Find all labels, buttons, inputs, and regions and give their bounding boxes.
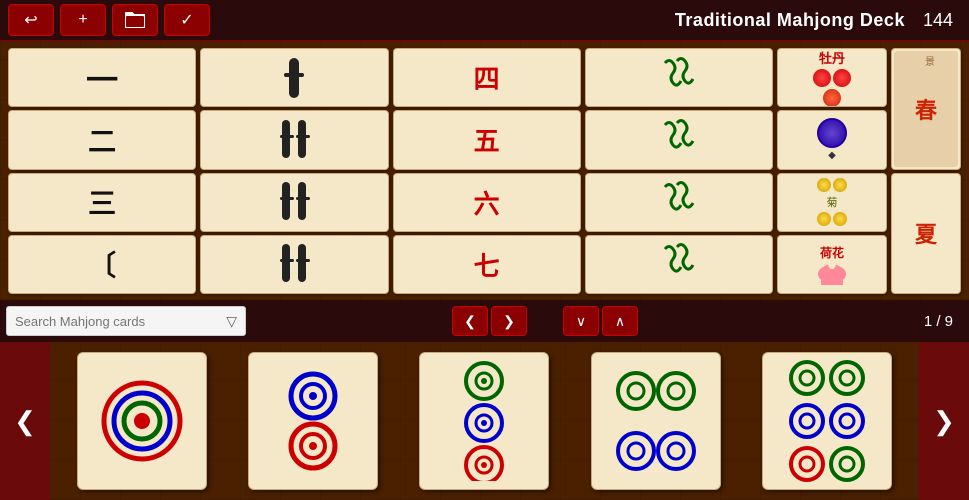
card-2-4[interactable] [200, 235, 388, 294]
card-count: 144 [923, 10, 953, 31]
bottom-card-4[interactable] [591, 352, 721, 490]
card-3-4[interactable]: 七 [393, 235, 581, 294]
bottom-area: ❮ [0, 342, 969, 500]
search-box[interactable]: ▽ [6, 306, 246, 336]
season-card-spring[interactable]: 春 景 [891, 48, 961, 170]
filter-icon[interactable]: ▽ [226, 313, 237, 330]
green-bamboo-icon [657, 177, 701, 227]
bamboo-icon [274, 53, 314, 103]
circle-4-icon [611, 361, 701, 481]
flower-card-blue[interactable]: ◆ [777, 110, 887, 169]
card-3-2[interactable]: 五 [393, 110, 581, 169]
bottom-card-2[interactable] [248, 352, 378, 490]
check-button[interactable]: ✓ [164, 4, 210, 36]
card-1-4[interactable]: 〔 [8, 235, 196, 294]
flower-card-peony[interactable]: 牡丹 [777, 48, 887, 107]
deck-title: Traditional Mahjong Deck [675, 10, 905, 31]
card-2-3[interactable] [200, 173, 388, 232]
column-flowers: 牡丹 ◆ 菊 [777, 48, 887, 294]
next-button[interactable]: ❯ [491, 306, 527, 336]
card-3-1[interactable]: 四 [393, 48, 581, 107]
circle-6-icon [782, 356, 872, 486]
bottom-card-5[interactable] [762, 352, 892, 490]
card-4-4[interactable] [585, 235, 773, 294]
vertical-nav-group: ∨ ∧ [563, 306, 638, 336]
flower-card-chrysanthemum[interactable]: 菊 [777, 173, 887, 232]
bottom-next-button[interactable]: ❯ [919, 342, 969, 500]
up-button[interactable]: ∧ [602, 306, 638, 336]
card-1-2[interactable]: 二 [8, 110, 196, 169]
circle-2-icon [268, 366, 358, 476]
card-4-1[interactable] [585, 48, 773, 107]
column-2 [200, 48, 388, 294]
green-bamboo-icon [657, 239, 701, 289]
column-3: 四 五 六 七 [393, 48, 581, 294]
bamboo-icon [274, 177, 314, 227]
folder-icon [125, 12, 145, 28]
bamboo-icon [274, 115, 314, 165]
circle-3-icon [439, 361, 529, 481]
card-4-3[interactable] [585, 173, 773, 232]
back-button[interactable]: ↩ [8, 4, 54, 36]
middle-controls: ▽ ❮ ❯ ∨ ∧ 1 / 9 [0, 300, 969, 342]
circle-1-icon [97, 376, 187, 466]
bottom-card-3[interactable] [419, 352, 549, 490]
column-4 [585, 48, 773, 294]
horizontal-nav-group: ❮ ❯ [452, 306, 527, 336]
green-bamboo-icon [657, 115, 701, 165]
column-1: 一 二 三 〔 [8, 48, 196, 294]
down-button[interactable]: ∨ [563, 306, 599, 336]
bamboo-icon [274, 239, 314, 289]
card-1-3[interactable]: 三 [8, 173, 196, 232]
bottom-prev-button[interactable]: ❮ [0, 342, 50, 500]
prev-button[interactable]: ❮ [452, 306, 488, 336]
add-button[interactable]: + [60, 4, 106, 36]
main-card-area: 一 二 三 〔 [0, 42, 969, 300]
column-seasons: 春 景 夏 [891, 48, 961, 294]
search-input[interactable] [15, 314, 215, 329]
toolbar: ↩ + ✓ Traditional Mahjong Deck 144 [0, 0, 969, 42]
card-3-3[interactable]: 六 [393, 173, 581, 232]
card-1-1[interactable]: 一 [8, 48, 196, 107]
card-4-2[interactable] [585, 110, 773, 169]
flower-card-lotus[interactable]: 荷花 [777, 235, 887, 294]
page-info: 1 / 9 [924, 313, 953, 330]
season-card-summer[interactable]: 夏 [891, 173, 961, 295]
card-2-2[interactable] [200, 110, 388, 169]
card-2-1[interactable] [200, 48, 388, 107]
folder-button[interactable] [112, 4, 158, 36]
bottom-cards [50, 342, 919, 500]
bottom-card-1[interactable] [77, 352, 207, 490]
green-bamboo-icon [657, 53, 701, 103]
